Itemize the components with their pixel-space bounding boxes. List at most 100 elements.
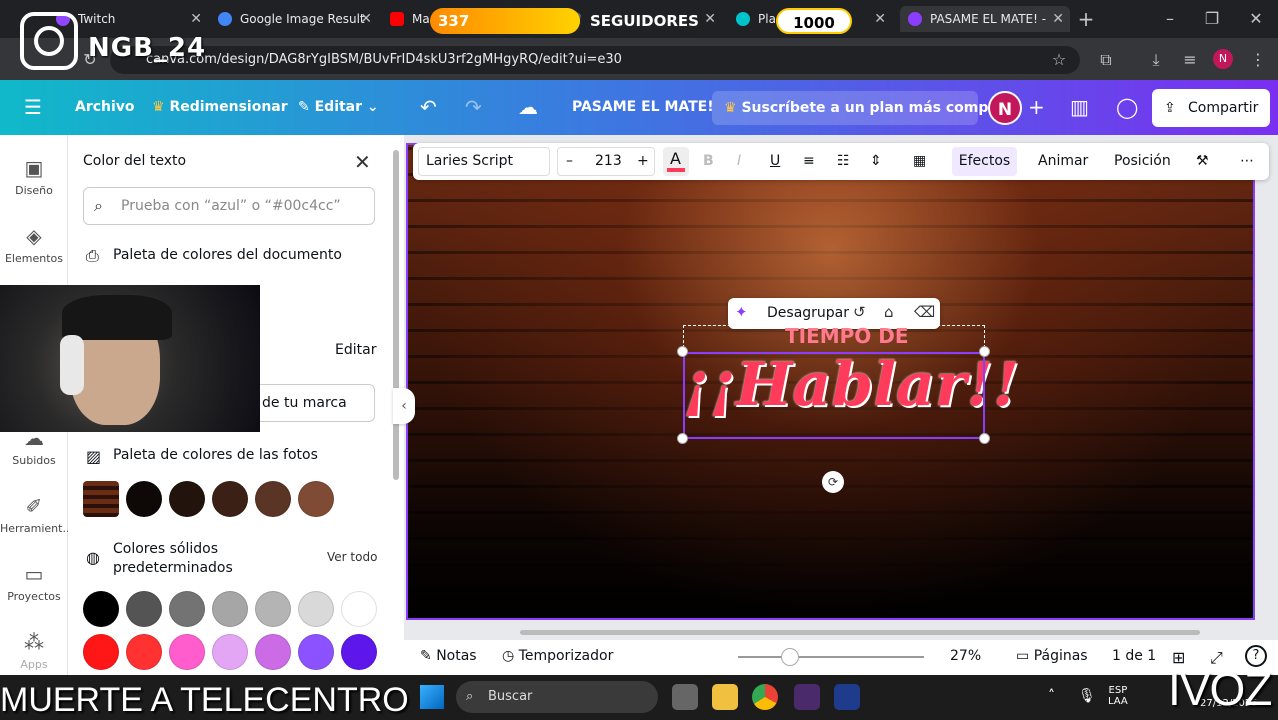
maximize-icon[interactable]: ❐ — [1200, 7, 1224, 31]
resize-handle[interactable] — [979, 346, 990, 357]
rail-item-design[interactable]: ▣ Diseño — [0, 156, 68, 197]
close-icon[interactable]: ✕ — [874, 6, 886, 32]
language-indicator[interactable]: ESP LAA — [1108, 685, 1128, 707]
notes-button[interactable]: ✎ Notas — [420, 648, 477, 664]
spacing-icon[interactable]: ⇕ — [870, 153, 882, 169]
solid-color-swatch[interactable] — [255, 634, 291, 670]
see-all-link[interactable]: Ver todo — [327, 550, 377, 564]
solid-color-swatch[interactable] — [341, 591, 377, 627]
editar-dropdown[interactable]: ✎ Editar ⌄ — [298, 99, 379, 115]
lock-icon[interactable]: ⌂ — [884, 303, 894, 321]
solid-color-swatch[interactable] — [83, 634, 119, 670]
extensions-icon[interactable]: ⧉ — [1094, 48, 1118, 72]
resize-handle[interactable] — [979, 433, 990, 444]
resize-handle[interactable] — [677, 433, 688, 444]
photo-color-swatch[interactable] — [126, 481, 162, 517]
list-icon[interactable]: ☷ — [837, 153, 850, 169]
more-menu-icon[interactable]: ⋮ — [1246, 48, 1270, 72]
ungroup-button[interactable]: Desagrupar — [767, 305, 849, 321]
design-title[interactable]: PASAME EL MATE! — [572, 99, 714, 115]
minimize-icon[interactable]: – — [1158, 7, 1182, 31]
trash-icon[interactable]: ⌫ — [914, 303, 935, 321]
photo-thumbnail[interactable] — [83, 481, 119, 517]
paint-format-icon[interactable]: ⚒ — [1196, 153, 1209, 169]
close-icon[interactable]: ✕ — [190, 6, 202, 32]
upgrade-button[interactable]: ♛ Suscríbete a un plan más completo — [712, 91, 1019, 125]
effects-button[interactable]: Efectos — [952, 147, 1017, 176]
rail-item-elements[interactable]: ◈ Elementos — [0, 224, 68, 265]
resize-handle[interactable] — [677, 346, 688, 357]
italic-icon[interactable]: I — [737, 153, 741, 169]
close-icon[interactable]: ✕ — [704, 6, 716, 32]
align-center-icon[interactable]: ≡ — [803, 153, 815, 169]
microphone-icon[interactable]: 🎙 — [1078, 688, 1096, 704]
font-family-dropdown[interactable]: Laries Script — [418, 147, 550, 176]
decrease-size-button[interactable]: – — [566, 153, 573, 169]
more-icon[interactable]: ⋯ — [1240, 153, 1254, 169]
zoom-slider-track[interactable] — [738, 656, 924, 658]
close-icon[interactable]: ✕ — [354, 150, 371, 174]
timer-button[interactable]: ◷ Temporizador — [502, 648, 613, 664]
resize-button[interactable]: ♛ Redimensionar — [152, 99, 288, 115]
rail-item-uploads[interactable]: ☁ Subidos — [0, 426, 68, 467]
chevron-up-icon[interactable]: ˄ — [1048, 688, 1055, 704]
photo-color-swatch[interactable] — [255, 481, 291, 517]
url-field[interactable]: canva.com/design/DAG8rYgIBSM/BUvFrID4skU… — [110, 46, 1080, 74]
position-button[interactable]: Posición — [1114, 153, 1171, 169]
obs-icon[interactable] — [794, 684, 820, 710]
pages-button[interactable]: ▭ Páginas — [1016, 648, 1088, 664]
rail-item-projects[interactable]: ▭ Proyectos — [0, 562, 68, 603]
add-collaborator-icon[interactable]: + — [1028, 95, 1045, 119]
solid-color-swatch[interactable] — [126, 591, 162, 627]
photo-color-swatch[interactable] — [169, 481, 205, 517]
text-color-button[interactable]: A — [663, 147, 689, 176]
transparency-icon[interactable]: ▦ — [913, 153, 926, 169]
solid-color-swatch[interactable] — [298, 591, 334, 627]
insights-icon[interactable]: ▥ — [1070, 95, 1089, 119]
zoom-slider-thumb[interactable] — [781, 648, 799, 666]
share-button[interactable]: ⇪ Compartir — [1152, 89, 1270, 127]
panel-scrollbar[interactable] — [393, 150, 399, 480]
app-icon[interactable] — [834, 684, 860, 710]
solid-color-swatch[interactable] — [169, 634, 205, 670]
undo-icon[interactable]: ↶ — [420, 95, 437, 119]
profile-avatar[interactable]: N — [1213, 49, 1233, 69]
collapse-panel-icon[interactable]: ‹ — [393, 388, 415, 424]
solid-color-swatch[interactable] — [255, 591, 291, 627]
font-size-input[interactable]: 213 — [595, 153, 622, 169]
solid-color-swatch[interactable] — [212, 591, 248, 627]
solid-color-swatch[interactable] — [83, 591, 119, 627]
increase-size-button[interactable]: + — [637, 153, 649, 169]
magic-icon[interactable]: ✦ — [735, 303, 748, 321]
close-icon[interactable]: ✕ — [1052, 6, 1064, 32]
canvas-scrollbar[interactable] — [520, 630, 1200, 635]
bookmark-star-icon[interactable]: ☆ — [1047, 48, 1071, 72]
bold-icon[interactable]: B — [703, 153, 714, 169]
color-search-input[interactable]: ⌕ Prueba con “azul” o “#00c4cc” — [83, 187, 375, 225]
media-icon[interactable]: ≡ — [1178, 48, 1202, 72]
chrome-icon[interactable] — [752, 684, 778, 710]
download-icon[interactable]: ⤓ — [1144, 48, 1168, 72]
user-avatar[interactable]: N — [988, 91, 1022, 125]
solid-color-swatch[interactable] — [341, 634, 377, 670]
solid-color-swatch[interactable] — [126, 634, 162, 670]
cloud-saved-icon[interactable]: ☁ — [518, 95, 538, 119]
rotate-handle-icon[interactable]: ⟳ — [822, 471, 844, 493]
zoom-level[interactable]: 27% — [950, 648, 981, 664]
add-comment-icon[interactable]: ↺ — [853, 303, 866, 321]
taskbar-search[interactable]: ⌕ Buscar — [456, 681, 658, 713]
menu-icon[interactable]: ☰ — [24, 95, 42, 119]
underline-icon[interactable]: U — [770, 153, 780, 169]
archivo-menu[interactable]: Archivo — [75, 99, 135, 115]
windows-start-icon[interactable] — [420, 685, 444, 709]
file-explorer-icon[interactable] — [712, 684, 738, 710]
edit-brand-link[interactable]: Editar — [335, 342, 376, 358]
redo-icon[interactable]: ↷ — [465, 95, 482, 119]
photo-color-swatch[interactable] — [212, 481, 248, 517]
solid-color-swatch[interactable] — [212, 634, 248, 670]
comment-icon[interactable]: ◯ — [1116, 95, 1138, 119]
solid-color-swatch[interactable] — [169, 591, 205, 627]
close-window-icon[interactable]: ✕ — [1244, 7, 1268, 31]
tab-google-image[interactable]: Google Image Result ✕ — [210, 6, 378, 32]
close-icon[interactable]: ✕ — [360, 6, 372, 32]
